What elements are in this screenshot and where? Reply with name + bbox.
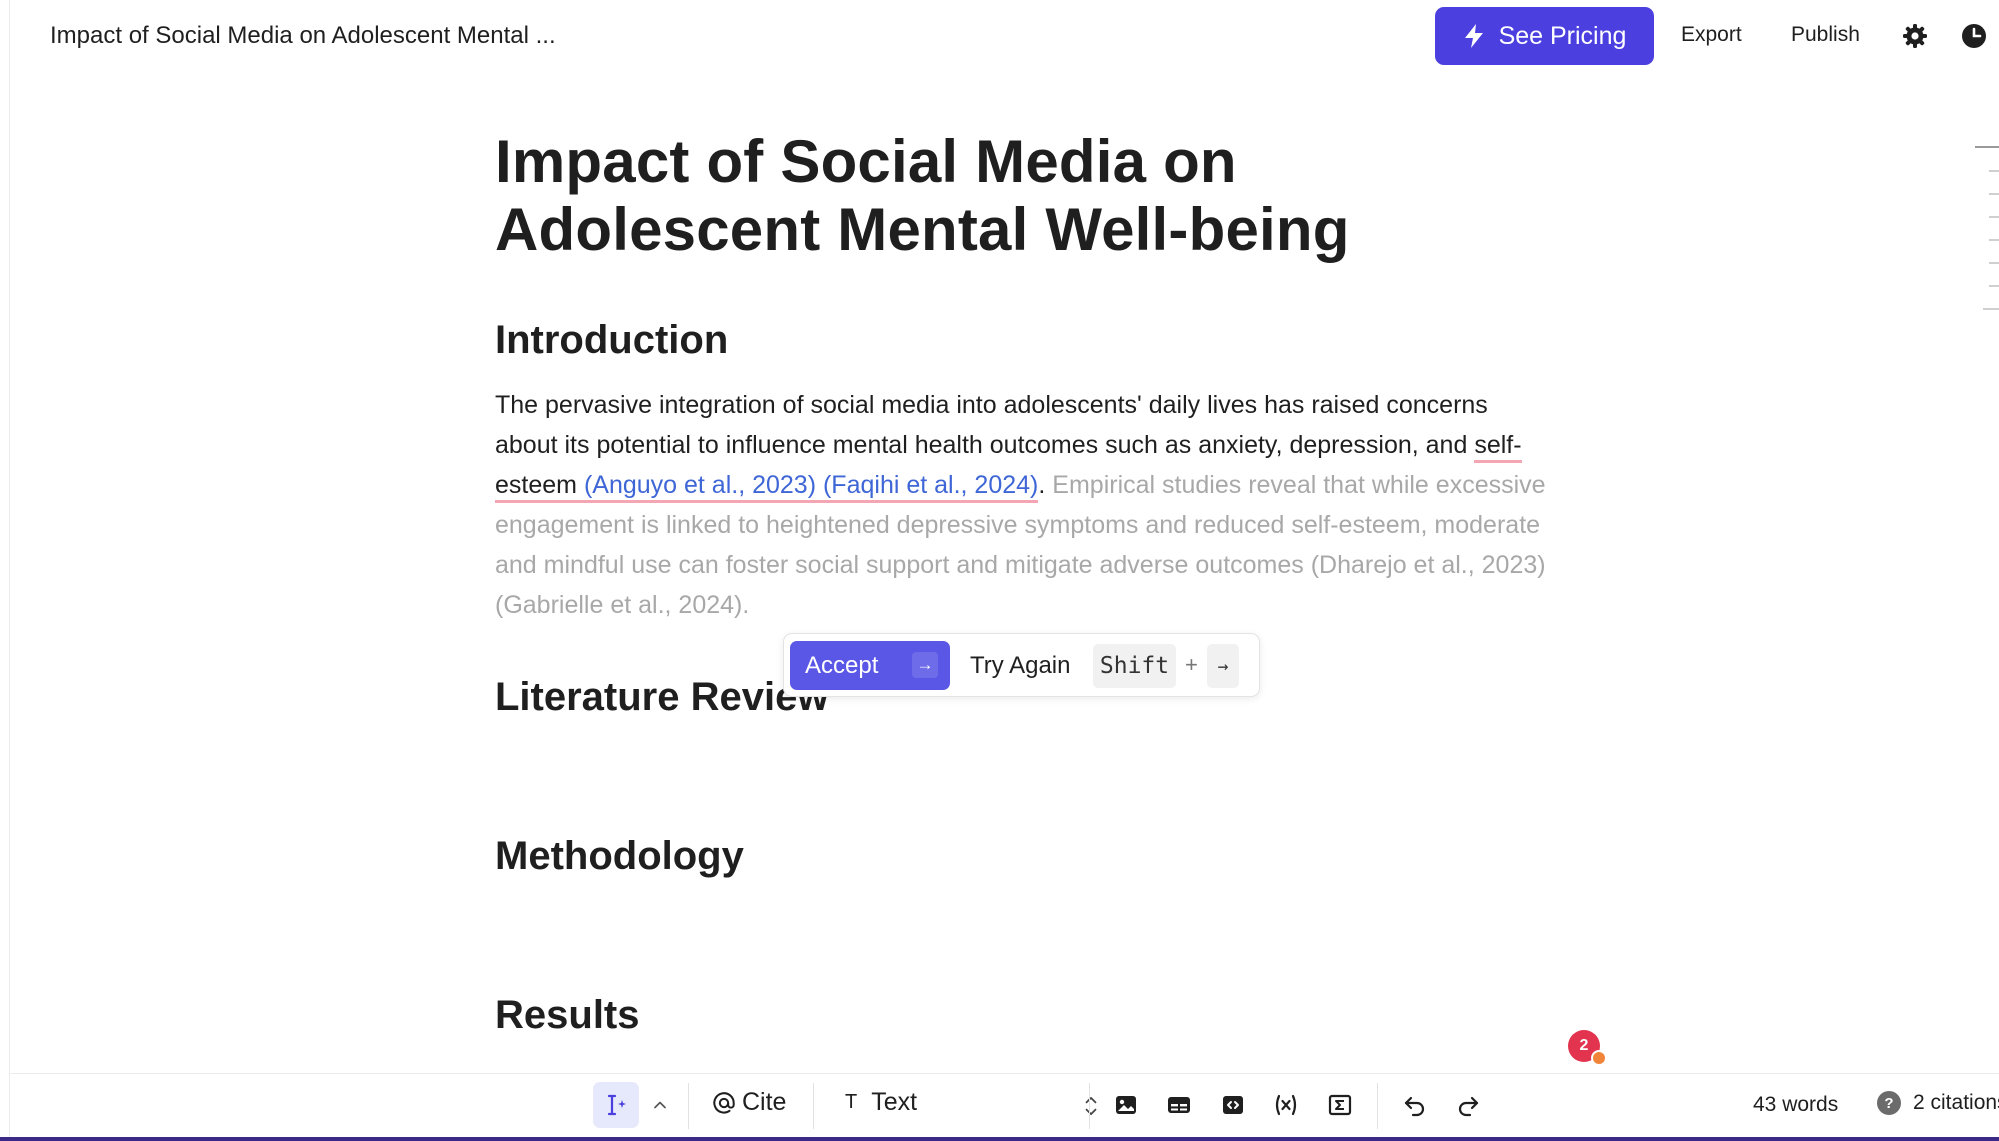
try-again-button[interactable]: Try Again [970,652,1071,680]
window-bottom-edge [0,1137,1999,1141]
toolbar-separator [813,1083,814,1129]
toolbar-separator [688,1083,689,1129]
cite-button[interactable]: Cite [712,1088,786,1117]
ai-options-toggle[interactable] [648,1092,672,1118]
undo-icon [1404,1096,1425,1117]
see-pricing-label: See Pricing [1498,21,1627,50]
citations-count: 2 citations [1913,1091,1999,1114]
accept-label: Accept [805,651,879,679]
shortcut-plus: + [1185,652,1198,677]
insert-code-button[interactable] [1220,1092,1246,1118]
section-heading-methodology[interactable]: Methodology [495,834,744,879]
at-icon [713,1091,735,1114]
top-bar: Impact of Social Media on Adolescent Men… [0,0,1999,72]
redo-icon [1458,1096,1479,1117]
arrow-key-hint: → [1207,644,1239,688]
table-icon [1168,1097,1190,1113]
lightning-icon [1464,24,1483,48]
export-button[interactable]: Export [1681,23,1742,47]
document-heading: Impact of Social Media on Adolescent Men… [495,128,1555,264]
citation-link[interactable]: (Anguyo et al., 2023) [584,471,816,499]
document-heading-line2: Adolescent Mental Well-being [495,196,1350,263]
section-heading-literature-review[interactable]: Literature Review [495,675,828,720]
clock-icon[interactable] [1960,22,1988,50]
toolbar-separator [1377,1083,1378,1129]
paragraph-text: The pervasive integration of social medi… [495,391,1488,459]
introduction-paragraph[interactable]: The pervasive integration of social medi… [495,385,1555,625]
text-style-icon: T [845,1091,858,1113]
notification-dot [1591,1050,1607,1066]
arrow-right-icon: → [912,652,938,678]
document-title-tab[interactable]: Impact of Social Media on Adolescent Men… [50,22,556,50]
document-body[interactable]: Impact of Social Media on Adolescent Men… [495,128,1555,264]
text-style-dropdown[interactable]: T Text [845,1088,1100,1117]
document-outline-minimap[interactable] [1975,146,1999,316]
document-heading-line1: Impact of Social Media on [495,128,1237,195]
citations-count-button[interactable]: ? 2 citations [1877,1091,1999,1115]
citation-link[interactable]: (Faqihi et al., 2024) [823,471,1038,499]
see-pricing-button[interactable]: See Pricing [1435,7,1654,65]
publish-button[interactable]: Publish [1791,23,1860,47]
updown-chevron-icon [1085,1096,1097,1115]
undo-button[interactable] [1402,1092,1428,1118]
section-heading-introduction[interactable]: Introduction [495,318,728,363]
insert-table-button[interactable] [1166,1092,1192,1118]
shift-key-hint: Shift [1093,644,1176,688]
text-style-value: Text [871,1088,918,1116]
insert-variable-button[interactable] [1273,1092,1299,1118]
image-icon [1116,1096,1136,1114]
chevron-up-icon [654,1101,666,1109]
insert-equation-button[interactable] [1327,1092,1353,1118]
word-count: 43 words [1753,1093,1839,1116]
help-icon: ? [1877,1091,1901,1115]
accept-button[interactable]: Accept → [790,641,950,690]
toolbar-separator [1089,1083,1090,1129]
gear-icon[interactable] [1901,22,1929,50]
redo-button[interactable] [1455,1092,1481,1118]
ai-suggestion-popover: Accept → Try Again Shift + → [783,633,1260,697]
section-heading-results[interactable]: Results [495,993,640,1038]
left-border [9,0,10,1141]
variable-icon [1275,1094,1297,1116]
ai-write-icon [607,1094,626,1116]
equation-icon [1328,1094,1352,1116]
ai-write-button[interactable] [593,1082,639,1128]
cite-label: Cite [742,1088,787,1116]
code-block-icon [1223,1096,1243,1114]
insert-image-button[interactable] [1113,1092,1139,1118]
